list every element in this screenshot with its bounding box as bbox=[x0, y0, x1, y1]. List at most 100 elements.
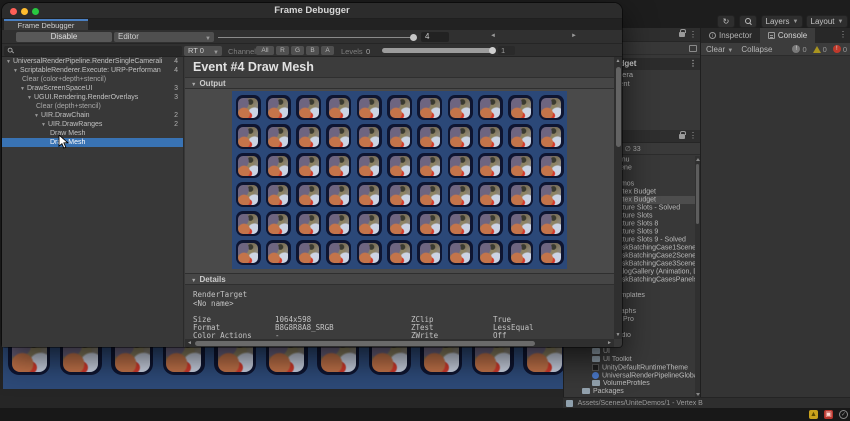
event-tree: ▼ UniversalRenderPipeline.RenderSingleCam… bbox=[2, 57, 184, 347]
inspector-icon: i bbox=[709, 32, 716, 39]
asset-label: Packages bbox=[593, 388, 624, 395]
event-label: UIR.DrawChain bbox=[40, 112, 90, 119]
scroll-down-icon[interactable]: ▼ bbox=[616, 332, 621, 338]
channel-g-button[interactable]: G bbox=[291, 46, 304, 55]
layout-dropdown[interactable]: Layout ▼ bbox=[806, 15, 848, 28]
foldout-arrow-icon[interactable]: ▼ bbox=[13, 68, 18, 74]
disable-button[interactable]: Disable bbox=[16, 32, 112, 42]
sprite-tile bbox=[326, 124, 352, 149]
counter-value: 0 bbox=[822, 44, 827, 54]
scroll-left-icon[interactable]: ◄ bbox=[187, 340, 192, 346]
channel-all-button[interactable]: All bbox=[256, 46, 274, 55]
console-log-area[interactable] bbox=[701, 56, 850, 408]
fd-tabbar: Frame Debugger bbox=[2, 19, 622, 30]
event-tree-row[interactable]: ▼ UGUI.Rendering.RenderOverlays 3 bbox=[2, 93, 183, 102]
sprite-tile bbox=[508, 182, 534, 207]
details-section: RenderTarget <No name> Size 1064x598 ZClip… bbox=[185, 285, 614, 340]
event-tree-row[interactable]: Clear (depth+stencil) bbox=[2, 102, 183, 111]
event-count: 2 bbox=[174, 112, 178, 119]
channel-r-button[interactable]: R bbox=[276, 46, 289, 55]
search-input[interactable] bbox=[4, 45, 182, 56]
kebab-menu-icon[interactable]: ⋮ bbox=[839, 31, 847, 39]
chevron-down-icon: ▼ bbox=[792, 18, 799, 25]
sprite-tile bbox=[508, 240, 534, 265]
kebab-menu-icon[interactable]: ⋮ bbox=[689, 132, 697, 140]
event-tree-row[interactable]: ▼ UniversalRenderPipeline.RenderSingleCam… bbox=[2, 57, 183, 66]
warning-icon bbox=[812, 45, 821, 53]
hidden-count[interactable]: ∅ 33 bbox=[625, 145, 641, 153]
horizontal-scrollbar[interactable]: ◄ ► bbox=[185, 339, 614, 347]
sprite-tile bbox=[447, 211, 473, 236]
rt-dropdown[interactable]: RT 0 ▼ bbox=[184, 45, 222, 56]
levels-max-field[interactable]: 1 bbox=[498, 46, 515, 55]
event-tree-row[interactable]: ▼ DrawScreenSpaceUI 3 bbox=[2, 84, 183, 93]
window-titlebar[interactable]: Frame Debugger bbox=[2, 3, 622, 19]
kebab-menu-icon[interactable]: ⋮ bbox=[689, 60, 697, 68]
console-info-toggle[interactable]: ! 0 bbox=[792, 45, 807, 54]
channel-a-button[interactable]: A bbox=[321, 46, 334, 55]
layers-dropdown[interactable]: Layers ▼ bbox=[761, 15, 803, 28]
channel-b-button[interactable]: B bbox=[306, 46, 319, 55]
tab-inspector[interactable]: i Inspector bbox=[701, 28, 760, 43]
search-button[interactable] bbox=[739, 15, 757, 28]
bake-warning-icon[interactable]: ▲ bbox=[809, 410, 818, 419]
horizontal-scroll-thumb[interactable] bbox=[195, 340, 535, 346]
foldout-arrow-icon[interactable]: ▼ bbox=[34, 113, 39, 119]
lock-icon[interactable] bbox=[679, 29, 686, 37]
scroll-right-icon[interactable]: ► bbox=[607, 340, 612, 346]
theme-icon bbox=[592, 364, 599, 371]
sprite-tile bbox=[296, 124, 322, 149]
tab-frame-debugger[interactable]: Frame Debugger bbox=[4, 19, 88, 30]
levels-slider[interactable] bbox=[382, 48, 492, 53]
sprite-tile bbox=[356, 240, 382, 265]
chevron-down-icon: ▼ bbox=[213, 49, 219, 56]
error-status-icon[interactable]: ▣ bbox=[824, 410, 833, 419]
account-icon[interactable]: ↻ bbox=[717, 15, 735, 28]
project-tree-row[interactable]: UnityDefaultRuntimeTheme bbox=[564, 364, 701, 372]
project-tree-row[interactable]: VolumeProfiles bbox=[564, 380, 701, 388]
activity-check-icon[interactable]: ✓ bbox=[839, 410, 848, 419]
chevron-down-icon: ▼ bbox=[727, 47, 734, 54]
target-dropdown[interactable]: Editor ▼ bbox=[114, 32, 214, 42]
console-warning-toggle[interactable]: 0 bbox=[812, 44, 827, 54]
event-tree-row[interactable]: ▼ UIR.DrawChain 2 bbox=[2, 111, 183, 120]
prev-event-button[interactable]: ◄ bbox=[454, 33, 532, 39]
scroll-down-icon[interactable] bbox=[695, 393, 700, 396]
event-slider-track[interactable] bbox=[218, 36, 416, 38]
vertical-scroll-thumb[interactable] bbox=[615, 67, 621, 147]
details-foldout[interactable]: ▼ Details bbox=[185, 273, 614, 285]
tab-console[interactable]: Console bbox=[759, 28, 816, 43]
vertical-scrollbar[interactable]: ▲ ▼ bbox=[614, 57, 622, 339]
kebab-menu-icon[interactable]: ⋮ bbox=[689, 30, 697, 38]
picker-icon[interactable] bbox=[689, 45, 697, 52]
event-slider-handle[interactable] bbox=[410, 33, 417, 41]
foldout-arrow-icon[interactable]: ▼ bbox=[20, 86, 25, 92]
output-foldout[interactable]: ▼ Output bbox=[185, 77, 614, 89]
lock-icon[interactable] bbox=[679, 130, 686, 139]
sprite-tile bbox=[508, 124, 534, 149]
next-event-button[interactable]: ► bbox=[535, 33, 613, 39]
event-tree-row[interactable]: Draw Mesh bbox=[2, 138, 183, 147]
scroll-up-icon[interactable]: ▲ bbox=[616, 58, 621, 64]
asset-label: VolumeProfiles bbox=[603, 380, 650, 387]
console-collapse-button[interactable]: Collapse bbox=[741, 45, 772, 54]
render-target-label: RenderTarget bbox=[193, 290, 248, 299]
project-tree-row[interactable]: UniversalRenderPipelineGlobalSet bbox=[564, 372, 701, 380]
event-tree-row[interactable]: Draw Mesh bbox=[2, 129, 183, 138]
project-tree-row[interactable]: UI Toolkit bbox=[564, 356, 701, 364]
levels-slider-handle[interactable] bbox=[489, 47, 496, 54]
console-error-toggle[interactable]: ! 0 bbox=[832, 45, 847, 54]
sprite-tile bbox=[326, 240, 352, 265]
event-tree-row[interactable]: Clear (color+depth+stencil) bbox=[2, 75, 183, 84]
project-tree-row[interactable]: Packages bbox=[564, 388, 701, 396]
scroll-up-icon[interactable] bbox=[695, 158, 700, 161]
event-tree-row[interactable]: ▼ UIR.DrawRanges 2 bbox=[2, 120, 183, 129]
event-tree-row[interactable]: ▼ ScriptableRenderer.Execute: URP-Perform… bbox=[2, 66, 183, 75]
foldout-arrow-icon[interactable]: ▼ bbox=[41, 122, 46, 128]
event-number-field[interactable]: 4 bbox=[421, 32, 449, 42]
foldout-arrow-icon[interactable]: ▼ bbox=[27, 95, 32, 101]
project-tree-row[interactable]: UI bbox=[564, 348, 701, 356]
panel-tabs: i Inspector Console ⋮ bbox=[701, 28, 850, 43]
console-clear-button[interactable]: Clear ▼ bbox=[706, 45, 733, 54]
foldout-arrow-icon[interactable]: ▼ bbox=[6, 59, 11, 65]
